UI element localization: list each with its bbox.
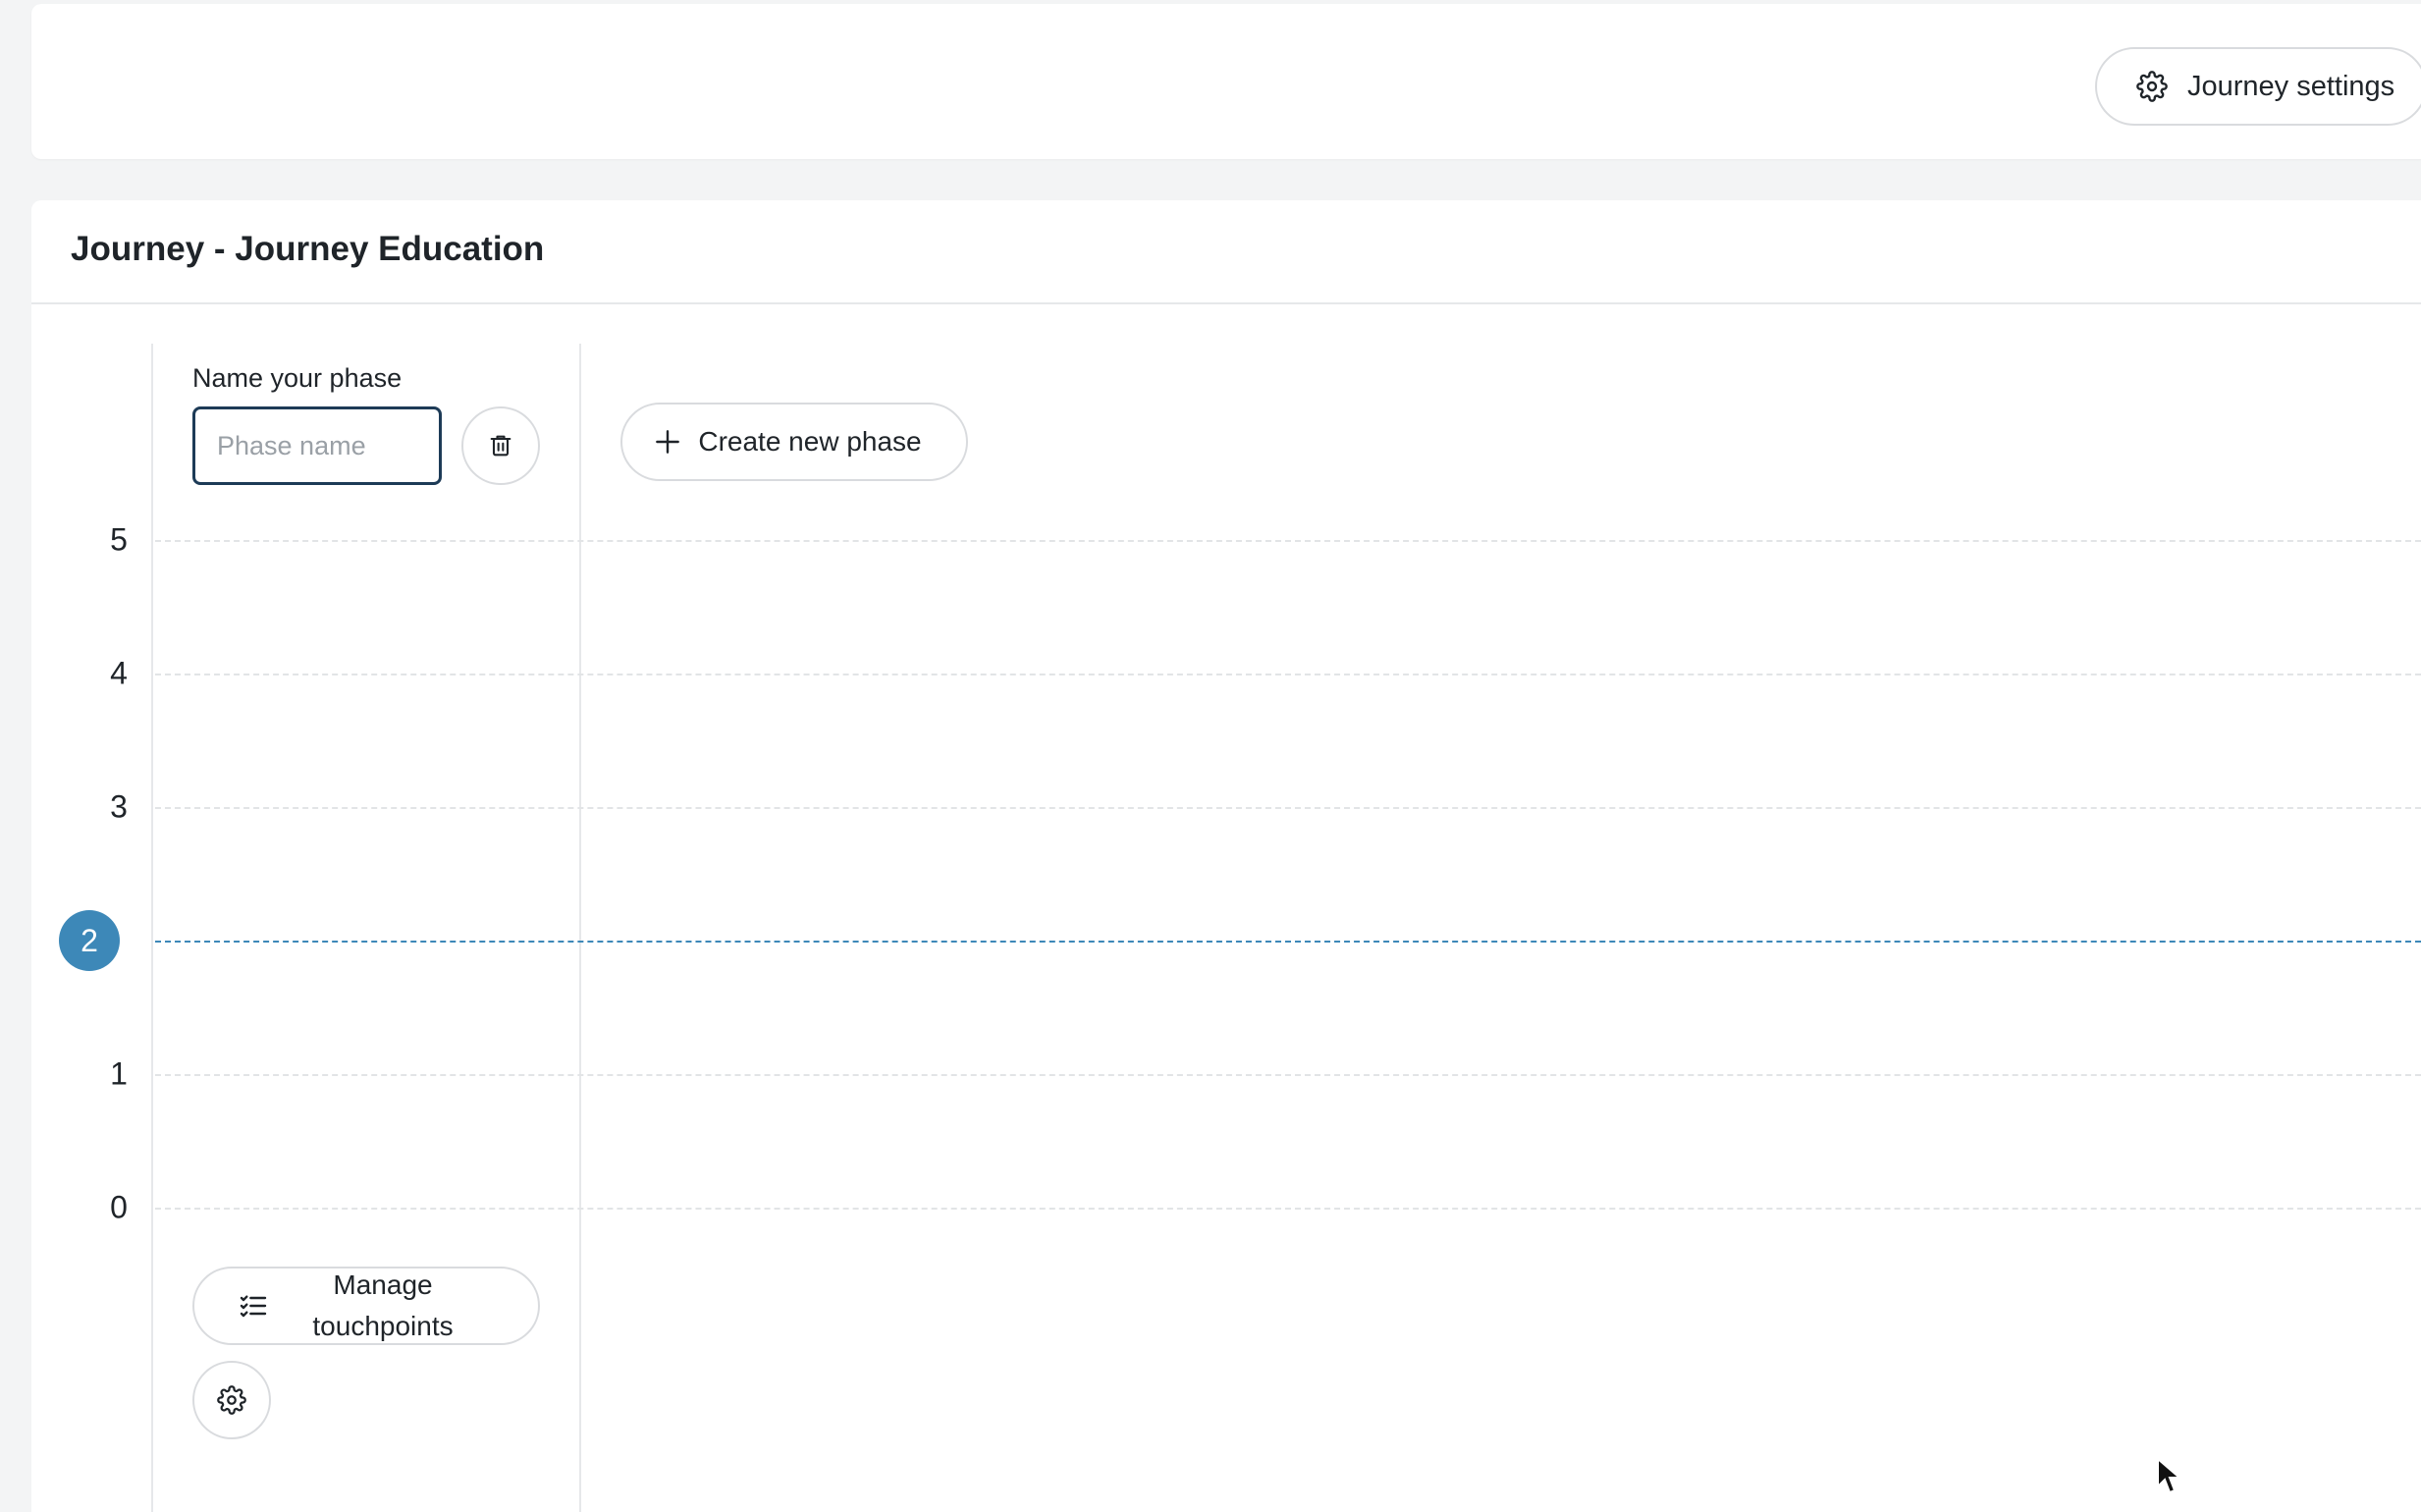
phase-column-divider	[579, 344, 581, 1512]
top-bar: Journey settings	[31, 4, 2421, 159]
journey-card: Journey - Journey Education Name your ph…	[31, 200, 2421, 1512]
create-new-phase-button[interactable]: Create new phase	[620, 403, 968, 481]
grid-line-0	[155, 1208, 2421, 1210]
scale-level-2-selected[interactable]: 2	[59, 910, 120, 971]
touchpoint-settings-button[interactable]	[192, 1361, 271, 1439]
scale-level-3: 3	[110, 788, 128, 825]
mouse-cursor-icon	[2157, 1457, 2181, 1494]
create-new-phase-label: Create new phase	[698, 426, 922, 457]
grid-line-1	[155, 1074, 2421, 1076]
grid-line-3	[155, 807, 2421, 809]
grid-line-4	[155, 674, 2421, 675]
scale-column-divider	[151, 344, 153, 1512]
checklist-icon	[238, 1290, 269, 1322]
grid-line-2-selected	[155, 941, 2421, 943]
gear-icon	[217, 1385, 246, 1415]
scale-level-1: 1	[110, 1055, 128, 1092]
trash-icon	[487, 432, 514, 459]
scale-level-0: 0	[110, 1189, 128, 1225]
scale-level-5: 5	[110, 521, 128, 558]
phase-name-input[interactable]	[192, 406, 442, 485]
grid-line-5	[155, 540, 2421, 542]
delete-phase-button[interactable]	[461, 406, 540, 485]
plus-icon	[652, 426, 683, 458]
journey-settings-label: Journey settings	[2187, 70, 2395, 102]
phase-name-label: Name your phase	[192, 363, 403, 393]
scale-level-4: 4	[110, 655, 128, 691]
gear-icon	[2136, 71, 2168, 102]
page-title: Journey - Journey Education	[71, 230, 545, 268]
card-header: Journey - Journey Education	[31, 200, 2421, 304]
manage-touchpoints-button[interactable]: Manage touchpoints	[192, 1267, 540, 1345]
manage-touchpoints-label: Manage touchpoints	[312, 1269, 454, 1341]
journey-settings-button[interactable]: Journey settings	[2095, 47, 2421, 126]
